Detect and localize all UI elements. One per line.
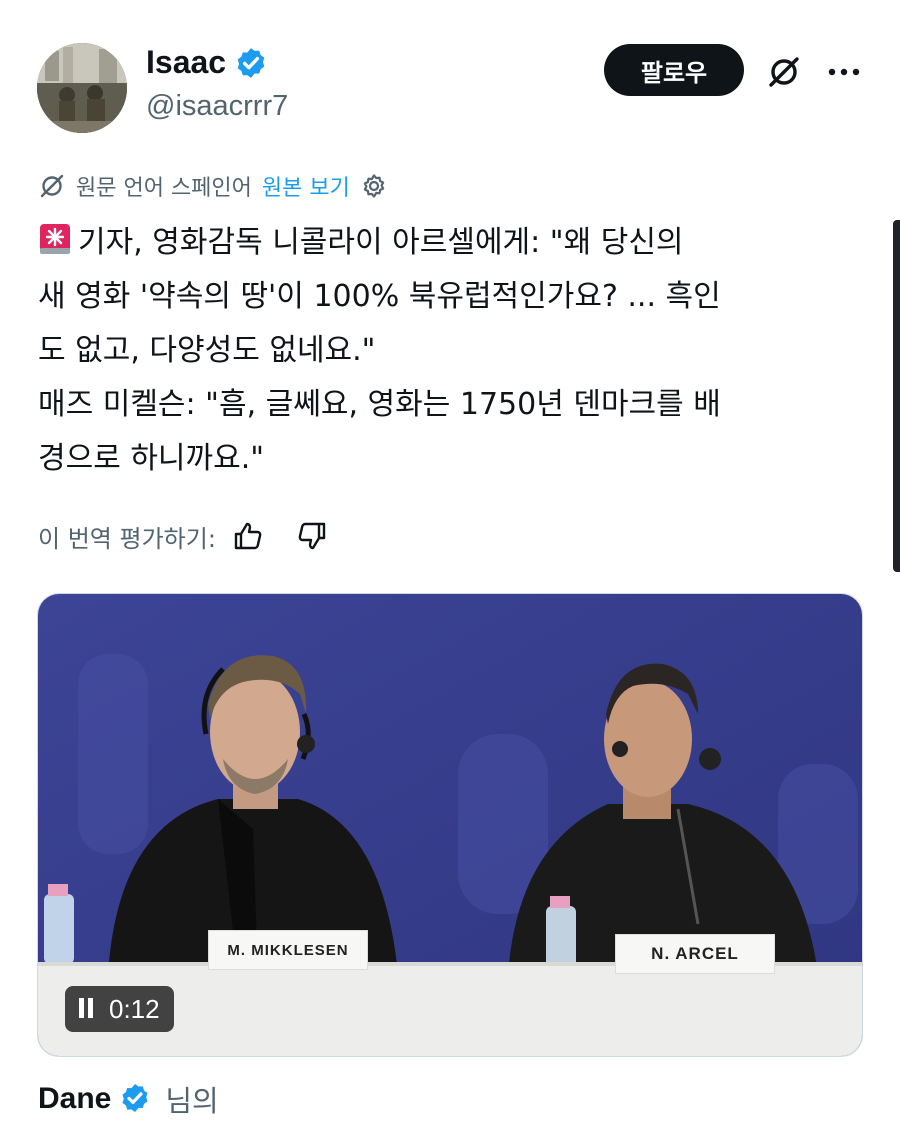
quoted-author-name[interactable]: Dane xyxy=(38,1082,111,1116)
tweet-text: 기자, 영화감독 니콜라이 아르셀에게: "왜 당신의 새 영화 '약속의 땅'… xyxy=(38,225,721,476)
grok-slash-icon[interactable] xyxy=(760,48,808,96)
video-timer[interactable]: 0:12 xyxy=(65,986,174,1032)
author-avatar[interactable] xyxy=(37,43,127,133)
translation-source-label: 원문 언어 스페인어 xyxy=(76,176,252,201)
quoted-author-suffix: 님의 xyxy=(165,1084,219,1118)
translate-icon xyxy=(38,172,66,200)
video-player[interactable]: M. MIKKLESEN N. ARCEL 0:12 xyxy=(37,593,863,1057)
more-icon[interactable] xyxy=(820,48,868,96)
author-name-row[interactable]: Isaac xyxy=(146,44,268,81)
follow-button[interactable]: 팔로우 xyxy=(604,44,744,96)
quoted-author-row[interactable]: Dane 님의 xyxy=(38,1078,219,1120)
author-display-name[interactable]: Isaac xyxy=(146,44,226,81)
author-handle[interactable]: @isaacrrr7 xyxy=(146,90,288,123)
scrollbar-thumb[interactable] xyxy=(893,220,900,572)
video-time: 0:12 xyxy=(109,993,160,1024)
rate-translation-label: 이 번역 평가하기: xyxy=(38,524,216,553)
verified-badge-icon xyxy=(119,1082,153,1116)
pause-icon[interactable] xyxy=(79,994,97,1025)
nameplate-right: N. ARCEL xyxy=(615,934,775,974)
tweet-body: 기자, 영화감독 니콜라이 아르셀에게: "왜 당신의 새 영화 '약속의 땅'… xyxy=(38,216,848,486)
thumbs-up-icon[interactable] xyxy=(230,518,266,554)
verified-badge-icon xyxy=(234,46,268,80)
nameplate-left: M. MIKKLESEN xyxy=(208,930,368,970)
translation-bar: 원문 언어 스페인어 원본 보기 xyxy=(38,170,388,202)
gear-icon[interactable] xyxy=(360,172,388,200)
thumbs-down-icon[interactable] xyxy=(294,518,330,554)
rate-translation-row: 이 번역 평가하기: xyxy=(38,518,330,554)
show-original-link[interactable]: 원본 보기 xyxy=(262,170,350,202)
rotating-light-emoji-icon xyxy=(38,220,72,254)
